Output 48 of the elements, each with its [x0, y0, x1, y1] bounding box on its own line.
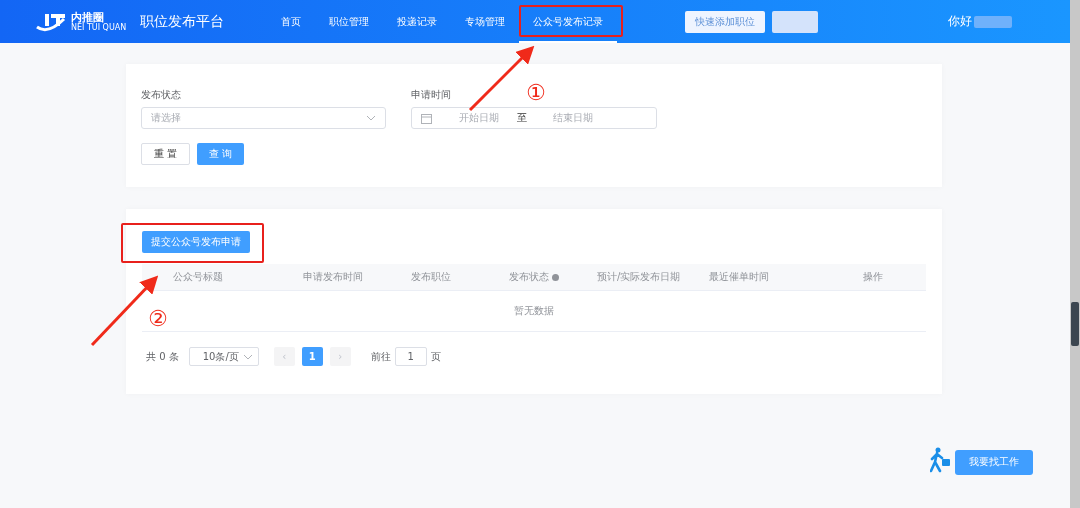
page-suffix: 页 — [430, 349, 441, 364]
calendar-icon — [421, 112, 432, 124]
field-label: 发布状态 — [141, 88, 181, 102]
add-job-button[interactable]: 快速添加职位 — [685, 10, 766, 33]
scrollbar[interactable] — [1070, 0, 1080, 508]
walking-person-icon — [930, 447, 952, 473]
page-size-select[interactable]: 10条/页 — [188, 347, 259, 366]
reset-button[interactable]: 重 置 — [141, 143, 191, 165]
search-button[interactable]: 查 询 — [197, 143, 245, 165]
find-job-button[interactable]: 我要找工作 — [955, 449, 1033, 475]
goto-label: 前往 — [370, 349, 391, 364]
column-header: 发布职位 — [411, 270, 451, 284]
user-avatar[interactable] — [772, 10, 819, 33]
field-label: 申请时间 — [411, 88, 451, 102]
nav-tab[interactable]: 投递记录 — [383, 0, 452, 43]
range-separator: 至 — [517, 111, 527, 125]
submit-request-button[interactable]: 提交公众号发布申请 — [142, 231, 250, 253]
logo-subtitle: NEI TUI QUAN — [71, 23, 127, 32]
start-date-placeholder: 开始日期 — [459, 111, 499, 125]
column-header: 预计/实际发布日期 — [597, 270, 681, 284]
date-range-field[interactable]: 开始日期 至 结束日期 — [411, 107, 657, 129]
empty-message: 暂无数据 — [514, 304, 554, 318]
caret-icon — [366, 115, 376, 121]
page-input[interactable]: 1 — [394, 347, 427, 366]
status-select[interactable]: 请选择 — [141, 107, 386, 129]
page-button[interactable]: 1 — [301, 347, 323, 366]
nav-tab[interactable]: 公众号发布记录 — [519, 0, 618, 43]
select-placeholder: 请选择 — [151, 111, 181, 125]
scrollbar-thumb[interactable] — [1071, 302, 1079, 346]
caret-icon — [242, 353, 253, 360]
total-count: 共 0 条 — [146, 349, 179, 364]
step-number: ① — [526, 82, 546, 104]
column-header: 申请发布时间 — [303, 270, 363, 284]
logo-text: 内推圈 — [71, 11, 105, 23]
column-header: 公众号标题 — [173, 270, 223, 284]
user-name — [974, 15, 1013, 28]
column-header: 发布状态 — [509, 270, 549, 284]
nav-tab[interactable]: 专场管理 — [451, 0, 520, 43]
page-size-value: 10条/页 — [202, 349, 239, 364]
nav-tab[interactable]: 职位管理 — [315, 0, 384, 43]
column-header: 操作 — [863, 270, 883, 284]
help-icon[interactable] — [552, 273, 559, 281]
greeting: 你好 — [948, 13, 973, 30]
step-number: ② — [148, 308, 168, 330]
end-date-placeholder: 结束日期 — [553, 111, 593, 125]
nav-tab[interactable]: 首页 — [267, 0, 316, 43]
site-title: 职位发布平台 — [140, 12, 225, 31]
column-header: 最近催单时间 — [709, 270, 769, 284]
